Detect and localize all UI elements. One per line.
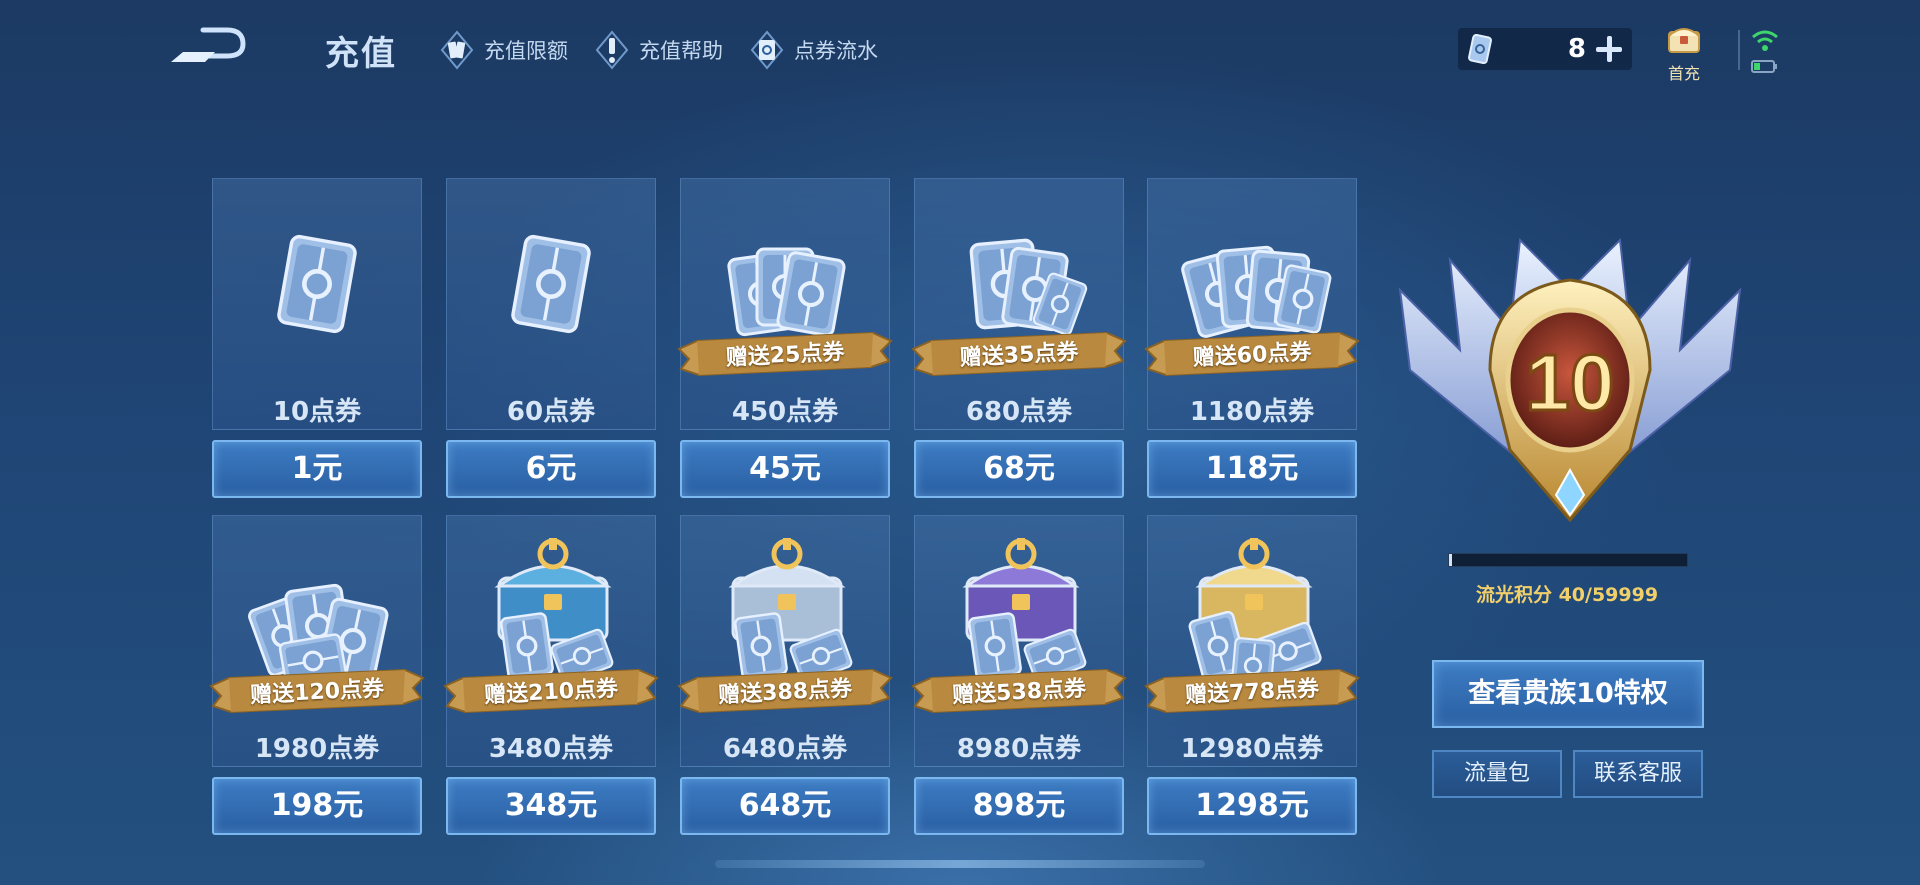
- voucher-icon: [1468, 28, 1502, 70]
- voucher-amount-label: 1180点券: [1189, 397, 1315, 427]
- add-voucher-button[interactable]: [1594, 34, 1624, 64]
- bonus-ribbon: 赠送35点券: [909, 329, 1129, 379]
- single-card-icon: [511, 234, 591, 334]
- noble-points: 流光积分 40/59999: [1448, 580, 1686, 607]
- exclamation-icon: [595, 30, 629, 70]
- noble-badge: 10: [1370, 220, 1770, 530]
- price-button[interactable]: 898元: [914, 777, 1124, 835]
- recharge-help-label: 充值帮助: [639, 39, 723, 63]
- customer-service-button[interactable]: 联系客服: [1573, 750, 1703, 798]
- product-card[interactable]: 赠送778点券 12980点券: [1144, 515, 1360, 767]
- recharge-limit-label: 充值限额: [484, 39, 568, 63]
- view-noble-privileges-button[interactable]: 查看贵族10特权: [1432, 660, 1704, 728]
- first-charge-button[interactable]: 首充: [1660, 22, 1708, 83]
- points-value: 40/59999: [1558, 584, 1659, 606]
- voucher-balance: 8: [1458, 28, 1632, 70]
- voucher-icon: [750, 30, 784, 70]
- voucher-amount-label: 450点券: [731, 397, 839, 427]
- product-card[interactable]: 10点券: [212, 178, 422, 430]
- bonus-ribbon: 赠送120点券: [207, 666, 427, 716]
- voucher-amount-label: 10点券: [272, 397, 362, 427]
- price-button[interactable]: 68元: [914, 440, 1124, 498]
- product-card[interactable]: 赠送60点券 1180点券: [1144, 178, 1360, 430]
- price-button[interactable]: 648元: [680, 777, 890, 835]
- price-button[interactable]: 198元: [212, 777, 422, 835]
- battery-icon: [1751, 60, 1777, 73]
- price-button[interactable]: 6元: [446, 440, 656, 498]
- bonus-ribbon: 赠送60点券: [1142, 329, 1362, 379]
- price-button[interactable]: 1298元: [1147, 777, 1357, 835]
- noble-level-number: 10: [1526, 338, 1615, 427]
- price-button[interactable]: 118元: [1147, 440, 1357, 498]
- back-arrow-icon: [171, 27, 246, 62]
- voucher-amount-label: 1980点券: [254, 734, 380, 764]
- product-card[interactable]: 赠送210点券 3480点券: [443, 515, 659, 767]
- noble-progress-bar: [1448, 553, 1688, 567]
- noble-progress-fill: [1449, 554, 1452, 566]
- traffic-package-button[interactable]: 流量包: [1432, 750, 1562, 798]
- divider: [1738, 30, 1740, 70]
- voucher-amount-label: 8980点券: [956, 734, 1082, 764]
- first-charge-label: 首充: [1667, 64, 1700, 83]
- bonus-ribbon: 赠送778点券: [1142, 666, 1362, 716]
- gift-chest-icon: [1668, 28, 1700, 53]
- back-button[interactable]: [165, 24, 247, 68]
- recharge-help-link[interactable]: 充值帮助: [595, 30, 723, 70]
- single-card-icon: [277, 234, 357, 334]
- points-label: 流光积分: [1475, 584, 1552, 606]
- status-indicator: [1750, 28, 1780, 76]
- voucher-amount-label: 3480点券: [488, 734, 614, 764]
- recharge-limit-link[interactable]: 充值限额: [440, 30, 568, 70]
- bonus-ribbon: 赠送388点券: [675, 666, 895, 716]
- product-card[interactable]: 赠送35点券 680点券: [911, 178, 1127, 430]
- scroll-indicator: [715, 860, 1205, 868]
- price-button[interactable]: 1元: [212, 440, 422, 498]
- product-card[interactable]: 赠送25点券 450点券: [677, 178, 893, 430]
- price-button[interactable]: 348元: [446, 777, 656, 835]
- product-card[interactable]: 60点券: [446, 178, 656, 430]
- voucher-amount-label: 6480点券: [722, 734, 848, 764]
- price-button[interactable]: 45元: [680, 440, 890, 498]
- voucher-amount: 8: [1567, 34, 1586, 64]
- product-card[interactable]: 赠送388点券 6480点券: [677, 515, 893, 767]
- product-card[interactable]: 赠送538点券 8980点券: [911, 515, 1127, 767]
- voucher-amount-label: 60点券: [506, 397, 596, 427]
- voucher-history-label: 点券流水: [794, 39, 878, 63]
- wifi-icon: [1752, 30, 1778, 51]
- voucher-amount-label: 12980点券: [1180, 734, 1324, 764]
- voucher-history-link[interactable]: 点券流水: [750, 30, 878, 70]
- bonus-ribbon: 赠送538点券: [909, 666, 1129, 716]
- bonus-ribbon: 赠送25点券: [675, 329, 895, 379]
- page-title: 充值: [325, 34, 397, 74]
- voucher-amount-label: 680点券: [965, 397, 1073, 427]
- bonus-ribbon: 赠送210点券: [441, 666, 661, 716]
- product-card[interactable]: 赠送120点券 1980点券: [209, 515, 425, 767]
- card-icon: [440, 30, 474, 70]
